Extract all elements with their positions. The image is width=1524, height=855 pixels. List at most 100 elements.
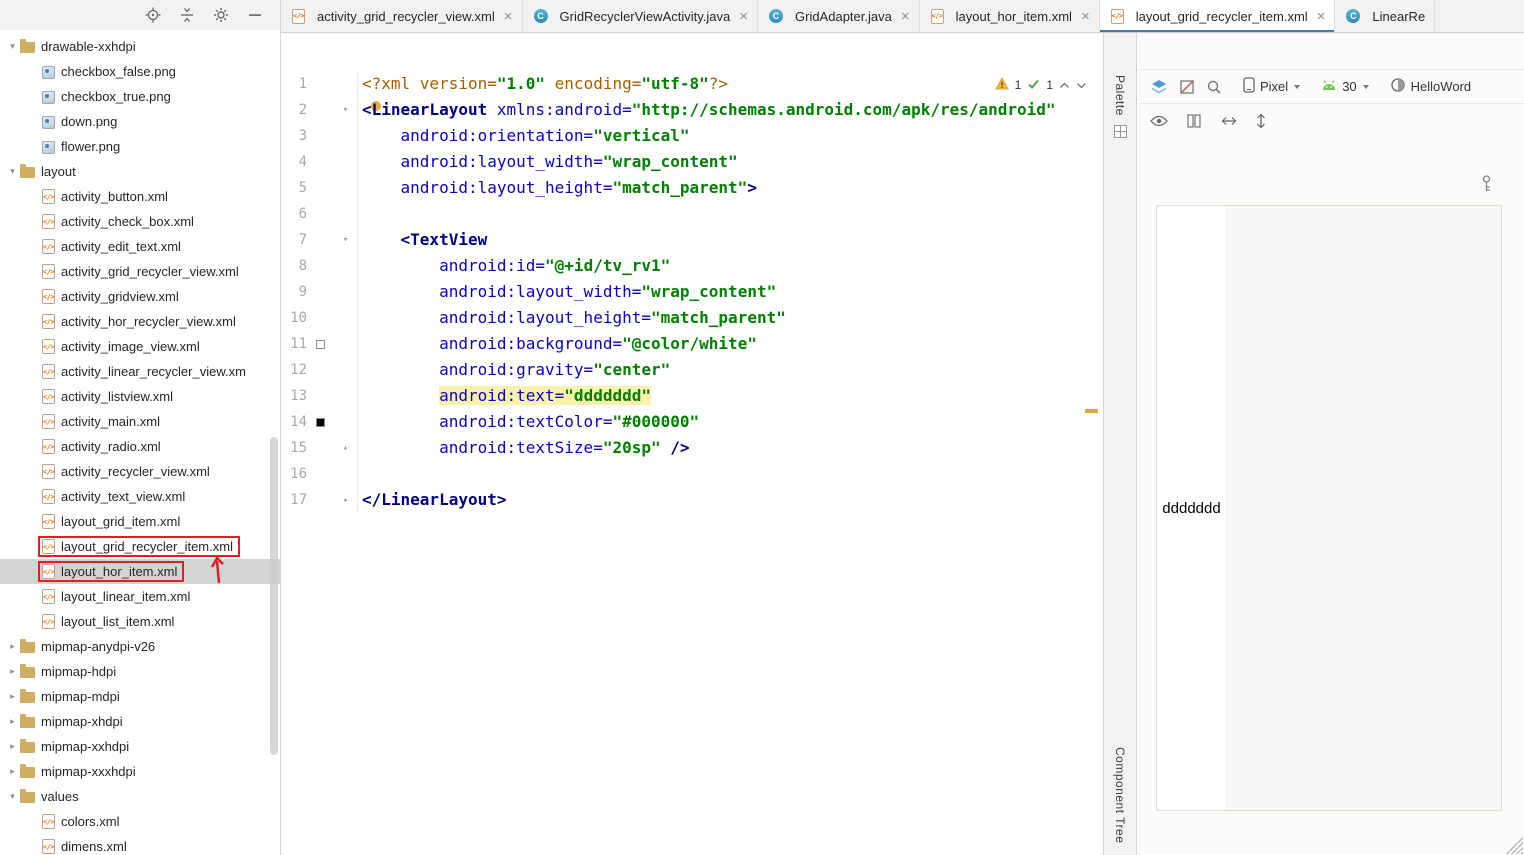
- tree-item-layout_hor_item.xml[interactable]: layout_hor_item.xml: [0, 559, 280, 584]
- tree-item-activity_main.xml[interactable]: activity_main.xml: [0, 409, 280, 434]
- tab-layout_grid_recycler_item.xml[interactable]: layout_grid_recycler_item.xml ×: [1099, 0, 1336, 32]
- color-preview-chip[interactable]: [316, 417, 325, 427]
- component-tree-tab[interactable]: Component Tree: [1104, 747, 1136, 843]
- tab-layout_hor_item.xml[interactable]: layout_hor_item.xml ×: [920, 0, 1100, 32]
- tree-item-activity_image_view.xml[interactable]: activity_image_view.xml: [0, 334, 280, 359]
- tree-item-activity_edit_text.xml[interactable]: activity_edit_text.xml: [0, 234, 280, 259]
- code-line-5[interactable]: 5 android:layout_height="match_parent">: [281, 175, 1103, 201]
- layers-icon[interactable]: [1150, 78, 1168, 96]
- code-line-2[interactable]: 2 ▾ <LinearLayout xmlns:android="http://sc…: [281, 97, 1103, 123]
- fold-marker-icon[interactable]: ▴: [334, 487, 358, 513]
- tab-GridAdapter.java[interactable]: GridAdapter.java ×: [758, 0, 920, 32]
- close-icon[interactable]: ×: [1081, 9, 1090, 24]
- expand-arrow-icon[interactable]: ▸: [5, 767, 20, 776]
- tree-item-mipmap-anydpi-v26[interactable]: ▸ mipmap-anydpi-v26: [0, 634, 280, 659]
- code-line-12[interactable]: 12 android:gravity="center": [281, 357, 1103, 383]
- code-line-13[interactable]: 13 android:text="ddddddd": [281, 383, 1103, 409]
- tree-item-checkbox_false.png[interactable]: checkbox_false.png: [0, 59, 280, 84]
- tree-item-flower.png[interactable]: flower.png: [0, 134, 280, 159]
- collapse-all-icon[interactable]: [178, 6, 196, 24]
- tab-GridRecyclerViewActivity.java[interactable]: GridRecyclerViewActivity.java ×: [523, 0, 758, 32]
- tab-LinearRe[interactable]: LinearRe: [1335, 0, 1436, 32]
- code-line-1[interactable]: 1 <?xml version="1.0" encoding="utf-8"?>: [281, 71, 1103, 97]
- palette-tab[interactable]: Palette: [1104, 75, 1136, 141]
- tab-activity_grid_recycler_view.xml[interactable]: activity_grid_recycler_view.xml ×: [281, 0, 523, 32]
- tree-item-layout_linear_item.xml[interactable]: layout_linear_item.xml: [0, 584, 280, 609]
- close-icon[interactable]: ×: [739, 9, 748, 24]
- code-line-15[interactable]: 15 ▴ android:textSize="20sp" />: [281, 435, 1103, 461]
- tree-item-layout[interactable]: ▾ layout: [0, 159, 280, 184]
- eye-icon[interactable]: [1150, 115, 1168, 127]
- code-line-6[interactable]: 6: [281, 201, 1103, 227]
- tree-item-activity_gridview.xml[interactable]: activity_gridview.xml: [0, 284, 280, 309]
- hide-panel-icon[interactable]: [246, 6, 264, 24]
- inspections-widget[interactable]: 1 1: [994, 76, 1087, 93]
- color-preview-chip[interactable]: [316, 339, 325, 349]
- expand-arrow-icon[interactable]: ▸: [5, 667, 20, 676]
- expand-arrow-icon[interactable]: ▸: [5, 717, 20, 726]
- code-line-14[interactable]: 14 android:textColor="#000000": [281, 409, 1103, 435]
- tree-item-values[interactable]: ▾ values: [0, 784, 280, 809]
- tree-scrollbar[interactable]: [270, 437, 278, 755]
- tree-item-mipmap-xxhdpi[interactable]: ▸ mipmap-xxhdpi: [0, 734, 280, 759]
- tree-item-activity_text_view.xml[interactable]: activity_text_view.xml: [0, 484, 280, 509]
- code-line-11[interactable]: 11 android:background="@color/white": [281, 331, 1103, 357]
- fold-marker-icon[interactable]: ▴: [334, 435, 358, 461]
- expand-arrow-icon[interactable]: ▸: [5, 742, 20, 751]
- tree-item-activity_check_box.xml[interactable]: activity_check_box.xml: [0, 209, 280, 234]
- vertical-arrows-icon[interactable]: [1256, 112, 1266, 130]
- tree-item-dimens.xml[interactable]: dimens.xml: [0, 834, 280, 855]
- code-line-9[interactable]: 9 android:layout_width="wrap_content": [281, 279, 1103, 305]
- expand-arrow-icon[interactable]: ▸: [5, 692, 20, 701]
- tree-item-activity_recycler_view.xml[interactable]: activity_recycler_view.xml: [0, 459, 280, 484]
- prev-issue-chevron-up-icon[interactable]: [1059, 78, 1070, 92]
- tree-item-layout_grid_recycler_item.xml[interactable]: layout_grid_recycler_item.xml: [0, 534, 280, 559]
- fold-marker-icon[interactable]: ▾: [334, 97, 358, 123]
- code-editor[interactable]: 1 <?xml version="1.0" encoding="utf-8"?> 2…: [281, 33, 1103, 855]
- tree-item-activity_radio.xml[interactable]: activity_radio.xml: [0, 434, 280, 459]
- tree-item-drawable-xxhdpi[interactable]: ▾ drawable-xxhdpi: [0, 34, 280, 59]
- code-line-17[interactable]: 17 ▴ </LinearLayout>: [281, 487, 1103, 513]
- resize-grip[interactable]: [1503, 834, 1523, 854]
- tree-item-activity_button.xml[interactable]: activity_button.xml: [0, 184, 280, 209]
- code-line-10[interactable]: 10 android:layout_height="match_parent": [281, 305, 1103, 331]
- code-line-3[interactable]: 3 android:orientation="vertical": [281, 123, 1103, 149]
- code-line-7[interactable]: 7 ▾ <TextView: [281, 227, 1103, 253]
- tree-item-layout_list_item.xml[interactable]: layout_list_item.xml: [0, 609, 280, 634]
- fold-marker-icon[interactable]: ▾: [334, 227, 358, 253]
- tree-item-mipmap-hdpi[interactable]: ▸ mipmap-hdpi: [0, 659, 280, 684]
- tree-item-mipmap-xhdpi[interactable]: ▸ mipmap-xhdpi: [0, 709, 280, 734]
- settings-gear-icon[interactable]: [212, 6, 230, 24]
- locate-file-icon[interactable]: [144, 6, 162, 24]
- tree-item-checkbox_true.png[interactable]: checkbox_true.png: [0, 84, 280, 109]
- code-line-16[interactable]: 16: [281, 461, 1103, 487]
- collapse-arrow-icon[interactable]: ▾: [5, 167, 20, 176]
- collapse-arrow-icon[interactable]: ▾: [5, 792, 20, 801]
- tree-item-activity_listview.xml[interactable]: activity_listview.xml: [0, 384, 280, 409]
- tree-item-down.png[interactable]: down.png: [0, 109, 280, 134]
- api-level-selector[interactable]: 30: [1321, 79, 1369, 95]
- design-canvas[interactable]: ddddddd: [1138, 137, 1524, 855]
- code-line-4[interactable]: 4 android:layout_width="wrap_content": [281, 149, 1103, 175]
- device-selector[interactable]: Pixel: [1243, 77, 1301, 96]
- tree-item-activity_linear_recycler_view.xm[interactable]: activity_linear_recycler_view.xm: [0, 359, 280, 384]
- close-icon[interactable]: ×: [1317, 9, 1326, 24]
- zoom-inspect-icon[interactable]: [1206, 79, 1222, 95]
- error-stripe-mark[interactable]: [1085, 409, 1098, 413]
- columns-icon[interactable]: [1186, 113, 1202, 129]
- horizontal-arrows-icon[interactable]: [1220, 116, 1238, 126]
- close-icon[interactable]: ×: [901, 9, 910, 24]
- theme-selector[interactable]: HelloWord: [1390, 77, 1471, 96]
- close-icon[interactable]: ×: [504, 9, 513, 24]
- expand-arrow-icon[interactable]: ▸: [5, 642, 20, 651]
- tree-item-mipmap-mdpi[interactable]: ▸ mipmap-mdpi: [0, 684, 280, 709]
- tree-item-layout_grid_item.xml[interactable]: layout_grid_item.xml: [0, 509, 280, 534]
- collapse-arrow-icon[interactable]: ▾: [5, 42, 20, 51]
- tree-item-activity_hor_recycler_view.xml[interactable]: activity_hor_recycler_view.xml: [0, 309, 280, 334]
- code-line-8[interactable]: 8 android:id="@+id/tv_rv1": [281, 253, 1103, 279]
- design-mode-icon[interactable]: [1179, 79, 1195, 95]
- tree-item-mipmap-xxxhdpi[interactable]: ▸ mipmap-xxxhdpi: [0, 759, 280, 784]
- tree-item-colors.xml[interactable]: colors.xml: [0, 809, 280, 834]
- tree-item-activity_grid_recycler_view.xml[interactable]: activity_grid_recycler_view.xml: [0, 259, 280, 284]
- next-issue-chevron-down-icon[interactable]: [1076, 78, 1087, 92]
